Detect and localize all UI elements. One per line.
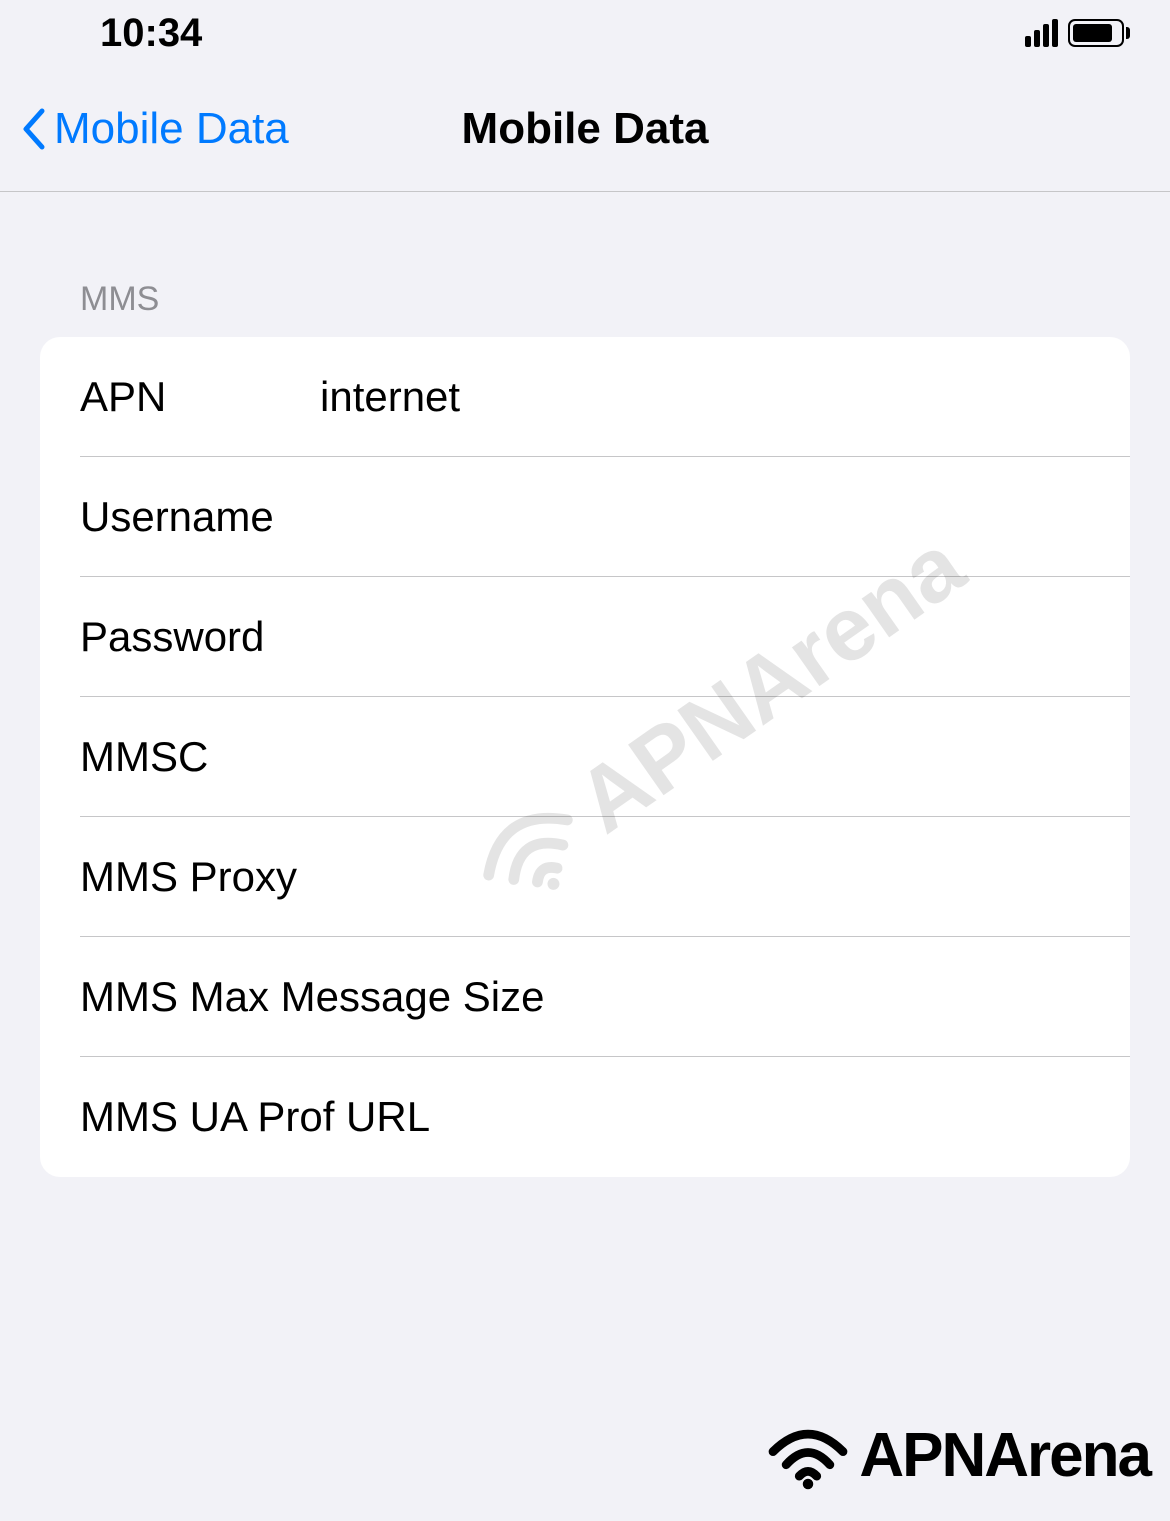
back-button[interactable]: Mobile Data	[20, 104, 289, 154]
section-header-mms: MMS	[0, 192, 1170, 337]
mms-ua-prof-label: MMS UA Prof URL	[80, 1093, 1090, 1141]
mmsc-row[interactable]: MMSC	[40, 697, 1130, 817]
apn-input[interactable]	[320, 373, 1090, 421]
username-input[interactable]	[320, 493, 1090, 541]
password-label: Password	[80, 613, 320, 661]
status-time: 10:34	[100, 11, 202, 56]
mms-settings-group: APN Username Password MMSC MMS Proxy MMS…	[40, 337, 1130, 1177]
footer-text: APNArena	[859, 1420, 1150, 1491]
mmsc-input[interactable]	[320, 733, 1090, 781]
battery-icon	[1068, 19, 1130, 47]
username-row[interactable]: Username	[40, 457, 1130, 577]
mms-proxy-label: MMS Proxy	[80, 853, 1090, 901]
cellular-signal-icon	[1025, 19, 1058, 47]
mms-max-size-row[interactable]: MMS Max Message Size	[40, 937, 1130, 1057]
page-title: Mobile Data	[462, 104, 709, 154]
mms-proxy-row[interactable]: MMS Proxy	[40, 817, 1130, 937]
navigation-bar: Mobile Data Mobile Data	[0, 66, 1170, 192]
status-bar: 10:34	[0, 0, 1170, 66]
mms-ua-prof-row[interactable]: MMS UA Prof URL	[40, 1057, 1130, 1177]
mmsc-label: MMSC	[80, 733, 320, 781]
chevron-left-icon	[20, 107, 46, 151]
footer-logo: APNArena	[763, 1420, 1150, 1491]
back-label: Mobile Data	[54, 104, 289, 154]
password-row[interactable]: Password	[40, 577, 1130, 697]
mms-max-size-label: MMS Max Message Size	[80, 973, 1090, 1021]
status-icons	[1025, 19, 1130, 47]
username-label: Username	[80, 493, 320, 541]
apn-row[interactable]: APN	[40, 337, 1130, 457]
apn-label: APN	[80, 373, 320, 421]
content-area: MMS APN Username Password MMSC MMS Proxy…	[0, 192, 1170, 1177]
wifi-icon	[763, 1421, 853, 1491]
password-input[interactable]	[320, 613, 1090, 661]
